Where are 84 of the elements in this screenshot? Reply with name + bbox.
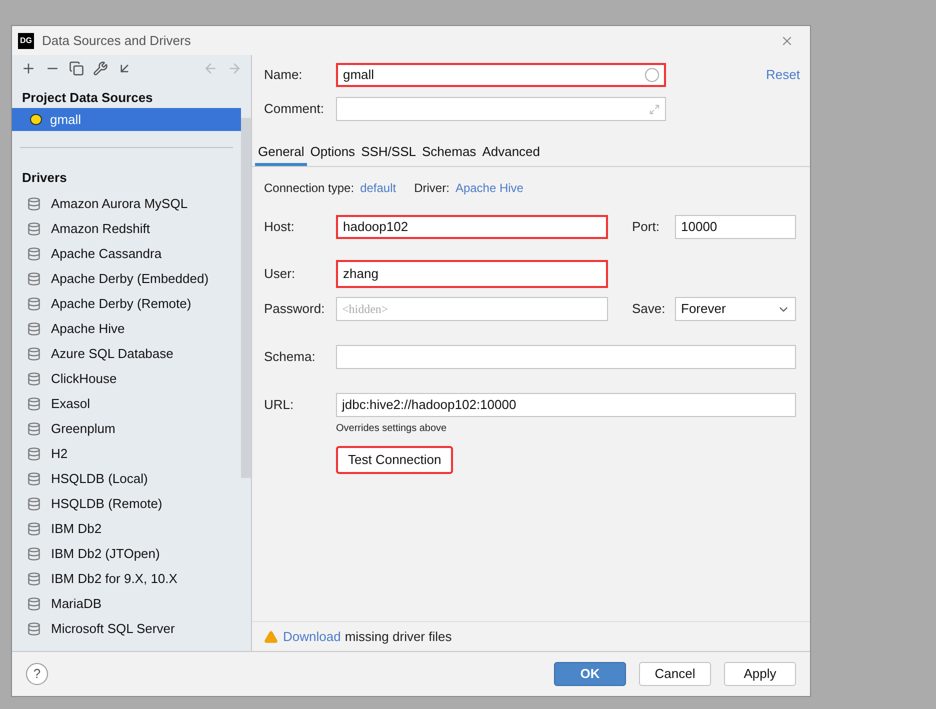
add-icon[interactable] [21, 60, 36, 76]
copy-icon[interactable] [69, 60, 84, 76]
database-icon [27, 346, 41, 360]
input-field[interactable] [336, 345, 796, 369]
database-icon [27, 196, 41, 210]
driver-item[interactable]: Azure SQL Database [12, 341, 241, 366]
field-label: Connection type: [264, 180, 354, 197]
expand-icon[interactable] [649, 104, 660, 114]
driver-link[interactable]: Apache Hive [455, 179, 524, 197]
database-icon [27, 272, 41, 286]
section-heading: Project Data Sources [21, 89, 154, 107]
field-label: Save: [632, 300, 666, 318]
download-link[interactable]: Download [283, 626, 341, 646]
dialog-button[interactable]: OK [554, 662, 626, 686]
driver-item[interactable]: IBM Db2 [12, 516, 241, 541]
dialog-button[interactable]: Cancel [639, 662, 711, 686]
database-icon [27, 622, 41, 636]
field-label: URL: [264, 396, 295, 414]
field-label: Host: [264, 218, 296, 236]
warning-icon [264, 630, 278, 644]
section-heading: Drivers [21, 169, 68, 187]
database-icon [27, 572, 41, 586]
field-label: Name: [264, 66, 304, 84]
input-field[interactable]: gmall [336, 63, 666, 87]
field-label: Password: [264, 300, 326, 318]
warning-text: missing driver files [344, 628, 452, 646]
driver-item[interactable]: HSQLDB (Remote) [12, 491, 241, 516]
field-label: Port: [632, 218, 660, 236]
data-source-item[interactable]: gmall [12, 108, 241, 131]
database-icon [27, 496, 41, 510]
input-field[interactable]: zhang [336, 260, 608, 288]
tab[interactable]: Advanced [479, 140, 544, 166]
driver-item[interactable]: ClickHouse [12, 366, 241, 391]
database-icon [27, 446, 41, 460]
database-icon [27, 296, 41, 310]
driver-item[interactable]: Amazon Aurora MySQL [12, 191, 241, 216]
window-title: Data Sources and Drivers [42, 32, 191, 50]
save-dropdown[interactable]: Forever [675, 297, 796, 321]
database-icon [27, 396, 41, 410]
driver-item[interactable]: Apache Derby (Remote) [12, 291, 241, 316]
database-icon [27, 422, 41, 436]
database-icon [27, 222, 41, 236]
field-label: Comment: [264, 100, 325, 118]
database-icon [27, 246, 41, 260]
driver-item[interactable]: Exasol [12, 391, 241, 416]
help-icon[interactable]: ? [26, 663, 48, 685]
driver-item[interactable]: IBM Db2 (JTOpen) [12, 541, 241, 566]
back-icon[interactable] [203, 60, 218, 76]
driver-item[interactable]: H2 [12, 441, 241, 466]
input-field[interactable]: jdbc:hive2://hadoop102:10000 [336, 393, 796, 417]
app-logo: DG [18, 32, 34, 48]
wrench-icon[interactable] [93, 60, 108, 76]
database-icon [27, 596, 41, 610]
input-field[interactable]: 10000 [675, 215, 796, 239]
database-icon [27, 472, 41, 486]
url-hint: Overrides settings above [336, 422, 448, 436]
driver-item[interactable]: IBM Db2 for 9.X, 10.X [12, 566, 241, 591]
database-icon [27, 372, 41, 386]
driver-item[interactable]: Greenplum [12, 416, 241, 441]
field-label: Schema: [264, 348, 316, 366]
tab[interactable]: General [255, 140, 308, 166]
field-label: User: [264, 265, 296, 284]
tab[interactable]: Schemas [418, 140, 480, 166]
driver-item[interactable]: Apache Derby (Embedded) [12, 266, 241, 291]
driver-item[interactable]: Apache Cassandra [12, 241, 241, 266]
driver-item[interactable]: Amazon Redshift [12, 216, 241, 241]
driver-item[interactable]: HSQLDB (Local) [12, 466, 241, 491]
test-connection-button[interactable]: Test Connection [336, 446, 454, 474]
driver-item[interactable]: Apache Hive [12, 316, 241, 341]
driver-item[interactable]: MariaDB [12, 591, 241, 616]
driver-item[interactable]: Microsoft SQL Server [12, 616, 241, 641]
database-icon [27, 546, 41, 560]
dialog-button[interactable]: Apply [724, 662, 796, 686]
scrollbar-thumb[interactable] [241, 118, 251, 478]
reset-link[interactable]: Reset [766, 65, 800, 85]
database-icon [27, 522, 41, 536]
forward-icon[interactable] [227, 60, 242, 76]
input-field[interactable] [336, 97, 666, 121]
database-icon [27, 322, 41, 336]
tab[interactable]: SSH/SSL [358, 140, 419, 166]
input-field[interactable]: hadoop102 [336, 215, 608, 239]
field-label: Driver: [414, 180, 450, 197]
connection-type-link[interactable]: default [360, 179, 396, 197]
tab[interactable]: Options [307, 140, 358, 166]
